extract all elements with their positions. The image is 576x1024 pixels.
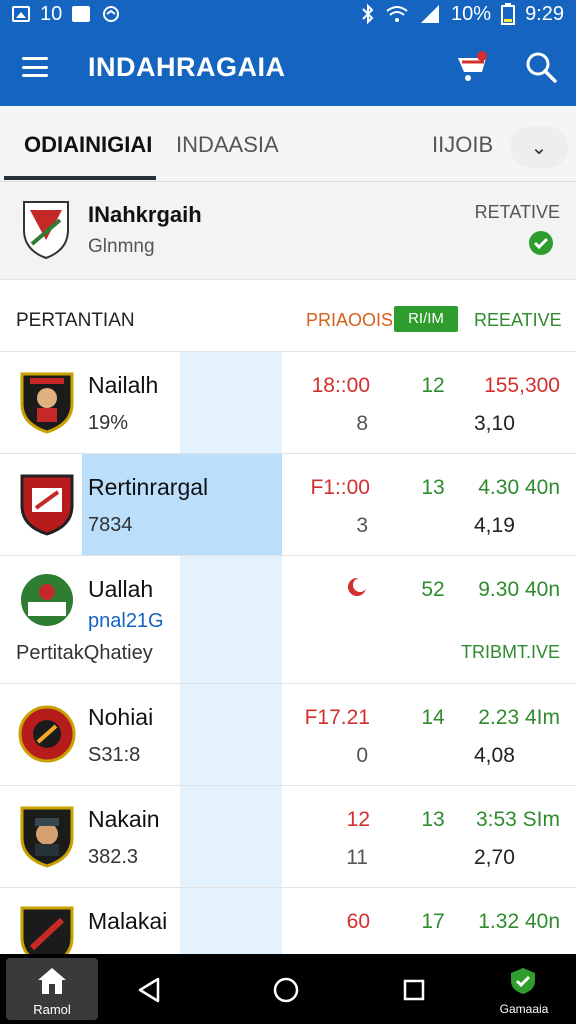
match-row[interactable]: Nohiai S31:8 F17.21 0 14 2.23 4Im 4,08 (0, 684, 576, 786)
app-title: INDAHRAGAIA (88, 51, 286, 82)
team-crest-icon (20, 906, 74, 954)
status-left-time: 10 (40, 2, 63, 25)
cloud-sync-icon (103, 6, 120, 22)
match-odds-secondary: 4,08 (474, 744, 515, 767)
team-sub: pnal21G (88, 610, 164, 632)
active-tab-indicator (4, 176, 156, 180)
match-odds[interactable]: 2.23 4Im (478, 706, 560, 730)
team-name: Nakain (88, 806, 160, 832)
column-header-1[interactable]: PRIAOOIS (306, 310, 393, 331)
home-icon (38, 968, 66, 994)
match-mid-value: 8 (356, 412, 368, 435)
match-odds[interactable]: 3:53 SIm (476, 808, 560, 832)
match-row[interactable]: Nakain 382.3 12 11 13 3:53 SIm 2,70 (0, 786, 576, 888)
battery-icon (501, 3, 516, 25)
match-number: 52 (421, 578, 445, 601)
league-crest-icon (23, 201, 69, 260)
section-header: PERTANTIAN PRIAOOIS RI/IM REEATIVE (0, 290, 576, 352)
team-name: Nailalh (88, 372, 159, 398)
row-banner-label: PertitakQhatiey (16, 642, 153, 664)
match-time: 18::00 (311, 374, 370, 397)
team-name: Rertinrargal (88, 474, 209, 500)
match-mid-value: 11 (346, 846, 368, 869)
clock: 9:29 (525, 2, 564, 25)
match-number: 17 (421, 910, 445, 933)
section-title: PERTANTIAN (16, 310, 135, 331)
home-tab[interactable]: Ramol (6, 958, 98, 1020)
team-sub: 7834 (88, 514, 133, 536)
match-odds[interactable]: 9.30 40n (478, 578, 560, 602)
battery-percent: 10% (451, 2, 492, 25)
status-bar: 10 10% 9:29 (0, 0, 576, 28)
match-odds-secondary: 3,10 (474, 412, 515, 435)
match-odds[interactable]: 155,300 (484, 374, 560, 398)
match-odds[interactable]: 1.32 40n (478, 910, 560, 934)
league-subtitle: Glnmng (88, 236, 155, 257)
match-row[interactable]: Malakai 60 17 1.32 40n (0, 888, 576, 954)
photo-notification-icon (72, 6, 91, 22)
tab-0[interactable]: ODIAINIGIAI (24, 132, 152, 158)
team-name: Nohiai (88, 704, 154, 730)
tab-bar: ODIAINIGIAI INDAASIA IIJOIB ⌄ (0, 106, 576, 182)
extra-tab-label: Gamaaia (499, 1002, 549, 1016)
match-row[interactable]: Nailalh 19% 18::00 8 12 155,300 3,10 (0, 352, 576, 454)
home-label: Ramol (33, 1002, 71, 1017)
home-circle-icon[interactable] (272, 976, 300, 1004)
team-sub: 19% (88, 412, 129, 434)
match-number: 14 (421, 706, 445, 729)
chevron-down-icon[interactable]: ⌄ (510, 126, 568, 168)
match-odds-secondary: 2,70 (474, 846, 515, 869)
match-time: 60 (346, 910, 370, 933)
check-icon (529, 231, 553, 255)
cart-icon[interactable] (456, 50, 490, 82)
match-number: 13 (421, 476, 445, 499)
bluetooth-icon (362, 4, 374, 24)
match-time: F1::00 (310, 476, 370, 499)
team-crest-icon (18, 705, 76, 763)
back-icon[interactable] (136, 976, 164, 1004)
bottom-navigation-bar: Ramol Gamaaia (0, 954, 576, 1024)
team-name: Malakai (88, 908, 168, 934)
team-name: Uallah (88, 576, 154, 602)
team-crest-icon (19, 572, 75, 628)
wifi-icon (386, 6, 408, 22)
search-icon[interactable] (524, 50, 558, 84)
league-right-label: RETATIVE (474, 202, 560, 222)
match-mid-value: 0 (356, 744, 368, 767)
team-sub: S31:8 (88, 744, 141, 766)
match-odds-secondary: 4,19 (474, 514, 515, 537)
team-crest-icon (20, 474, 74, 536)
row-banner-status: TRIBMT.IVE (460, 642, 560, 662)
team-crest-icon (20, 806, 74, 868)
match-row[interactable]: Uallah pnal21G 52 9.30 40n PertitakQhati… (0, 556, 576, 684)
column-header-pill[interactable]: RI/IM (394, 306, 458, 332)
image-notification-icon (12, 6, 30, 22)
match-number: 12 (421, 374, 445, 397)
recent-apps-icon[interactable] (402, 978, 426, 1002)
menu-icon[interactable] (22, 57, 48, 77)
tab-2[interactable]: IIJOIB (432, 132, 493, 158)
match-mid-value: 3 (356, 514, 368, 537)
match-row[interactable]: Rertinrargal 7834 F1::00 3 13 4.30 40n 4… (0, 454, 576, 556)
signal-icon (421, 5, 440, 23)
column-header-3[interactable]: REEATIVE (474, 310, 562, 331)
match-number: 13 (421, 808, 445, 831)
match-time: 12 (346, 808, 370, 831)
app-bar: INDAHRAGAIA (0, 28, 576, 106)
team-sub: 382.3 (88, 846, 139, 868)
match-time: F17.21 (304, 706, 370, 729)
league-header-card[interactable]: INahkrgaih Glnmng RETATIVE (0, 182, 576, 280)
crescent-icon (348, 578, 367, 596)
team-crest-icon (20, 372, 74, 434)
tab-1[interactable]: INDAASIA (176, 132, 279, 158)
league-title: INahkrgaih (88, 202, 202, 227)
shield-check-icon[interactable] (508, 966, 538, 996)
match-odds[interactable]: 4.30 40n (478, 476, 560, 500)
